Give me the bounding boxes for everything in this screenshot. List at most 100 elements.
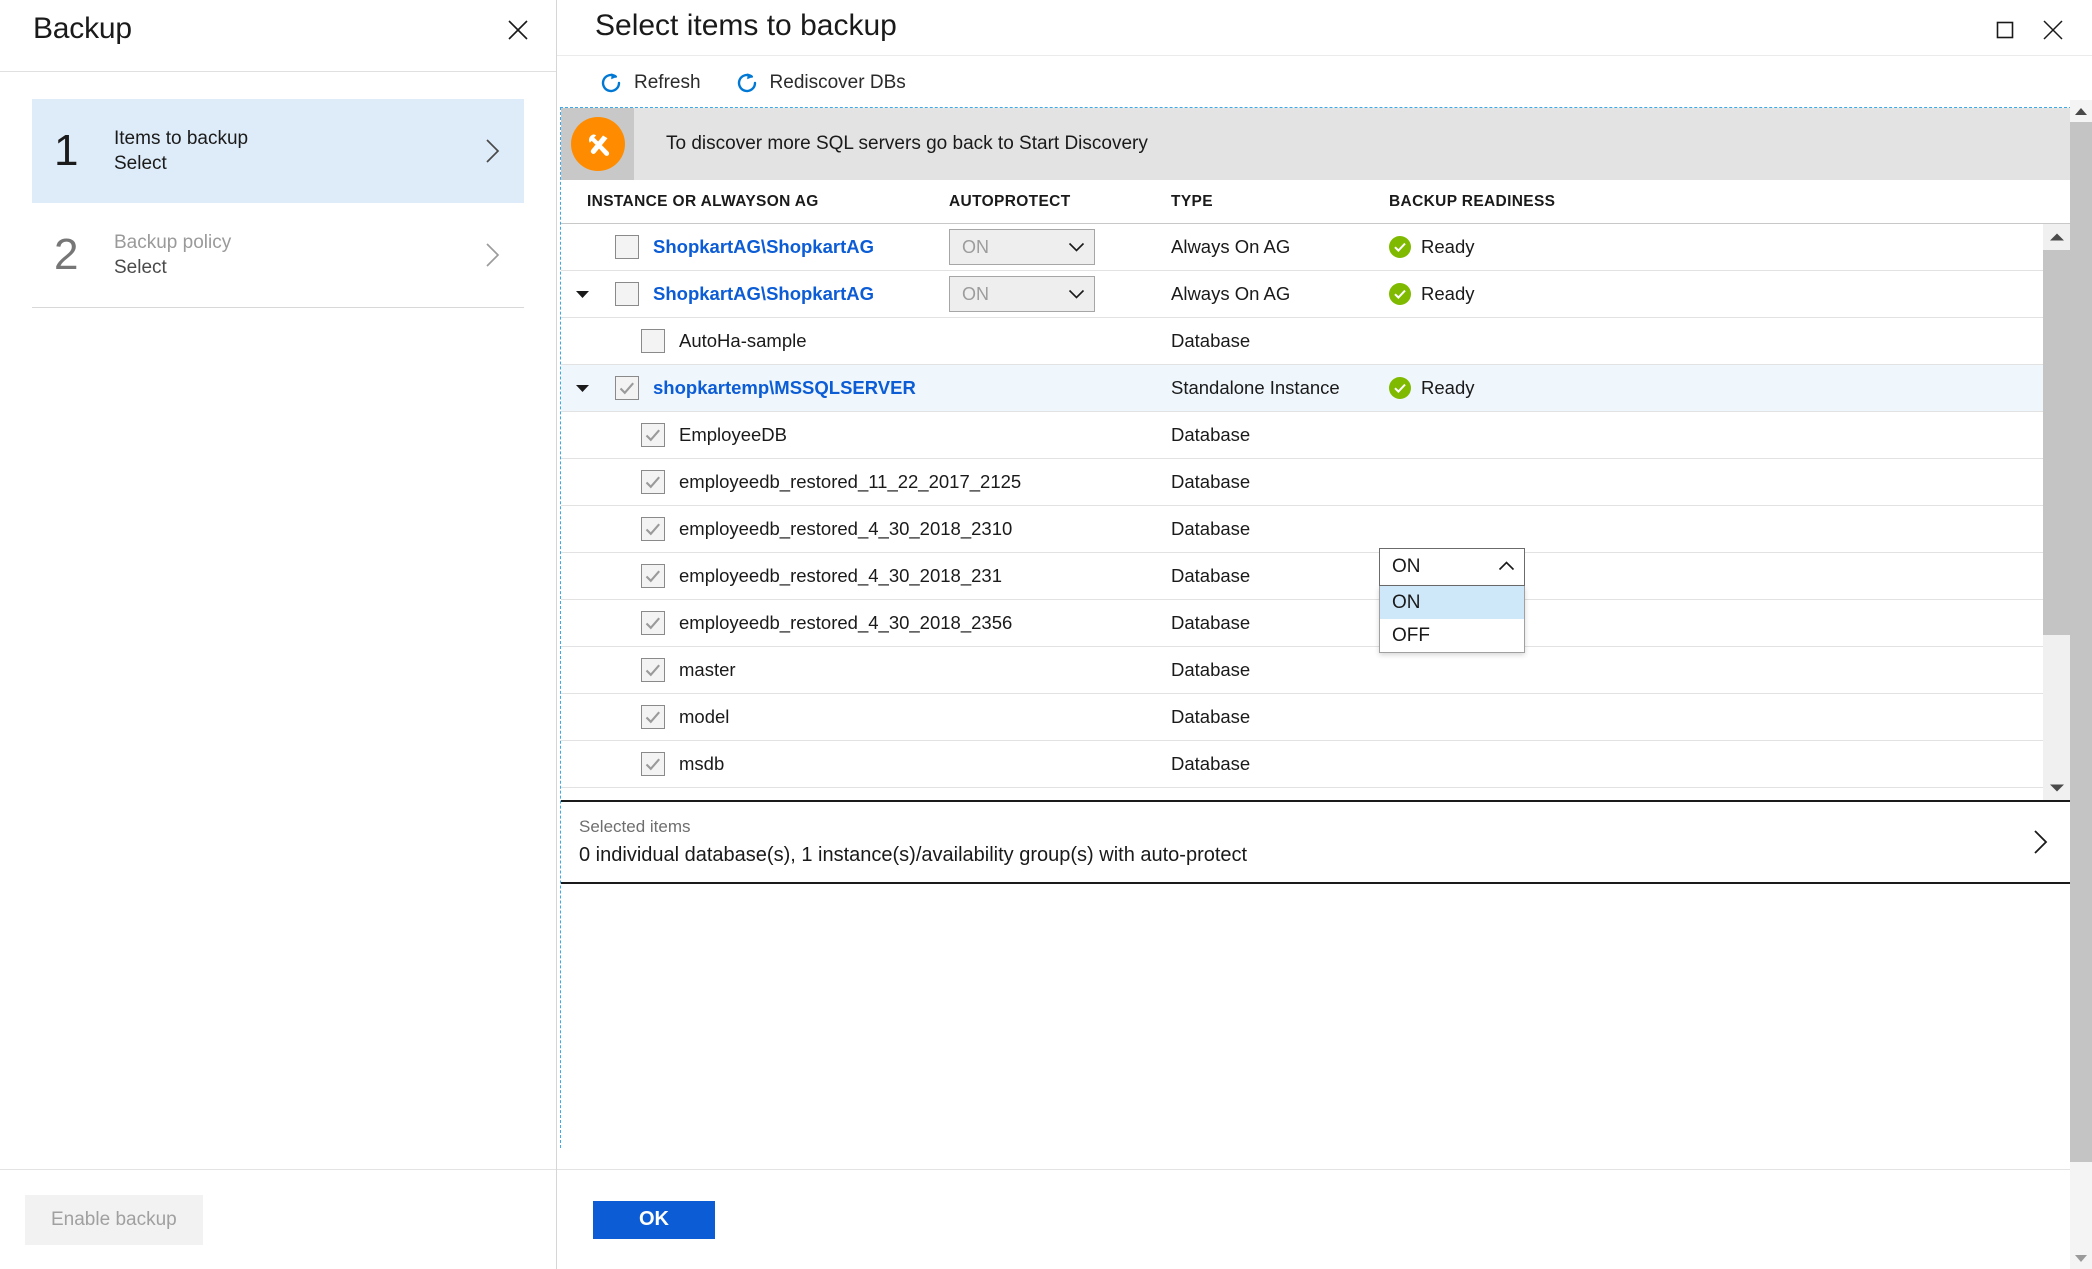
close-icon[interactable]: [498, 10, 538, 50]
ok-button[interactable]: OK: [593, 1200, 715, 1239]
select-items-header: Select items to backup: [557, 0, 2092, 55]
row-checkbox[interactable]: [641, 611, 665, 635]
row-checkbox[interactable]: [615, 235, 639, 259]
expand-collapse-icon[interactable]: [569, 289, 595, 299]
step-number: 1: [54, 126, 79, 175]
chevron-down-icon: [1068, 237, 1085, 258]
wizard-step-items-to-backup[interactable]: 1 Items to backup Select: [32, 99, 524, 203]
cell-autoprotect: [949, 741, 1171, 787]
cell-autoprotect: [949, 506, 1171, 552]
cell-instance-name: ShopkartAG\ShopkartAG: [561, 224, 949, 270]
wizard-steps: 1 Items to backup Select 2 Backup policy…: [0, 72, 556, 307]
row-checkbox[interactable]: [615, 282, 639, 306]
cell-autoprotect: [949, 553, 1171, 599]
cell-readiness: [1389, 647, 1689, 693]
table-row[interactable]: employeedb_restored_11_22_2017_2125 Datab…: [561, 459, 2071, 506]
cell-readiness: [1389, 506, 1689, 552]
scroll-down-arrow-icon[interactable]: [2070, 1247, 2092, 1269]
cell-instance-name: employeedb_restored_4_30_2018_2310: [561, 506, 1012, 552]
select-items-footer: OK: [557, 1169, 2092, 1269]
cell-instance-name: model: [561, 694, 949, 740]
backup-blade-header: Backup: [0, 0, 556, 72]
table-row[interactable]: EmployeeDB Database: [561, 412, 2071, 459]
scroll-up-arrow-icon[interactable]: [2043, 224, 2071, 250]
table-row[interactable]: employeedb_restored_4_30_2018_231 Databas…: [561, 553, 2071, 600]
wizard-step-backup-policy[interactable]: 2 Backup policy Select: [32, 203, 524, 307]
table-row[interactable]: model Database: [561, 694, 2071, 741]
cell-readiness: Ready: [1389, 224, 1689, 270]
table-scrollbar[interactable]: [2043, 224, 2071, 801]
ready-status-icon: [1389, 283, 1411, 305]
autoprotect-dropdown-button[interactable]: ON: [1379, 548, 1525, 586]
cell-readiness: Ready: [1389, 271, 1689, 317]
table-body: ShopkartAG\ShopkartAG ON Always On AG Ready…: [561, 224, 2071, 788]
autoprotect-select[interactable]: ON: [949, 229, 1095, 265]
row-name[interactable]: ShopkartAG\ShopkartAG: [653, 283, 874, 305]
table-row[interactable]: ShopkartAG\ShopkartAG ON Always On AG Ready: [561, 271, 2071, 318]
row-checkbox[interactable]: [641, 564, 665, 588]
autoprotect-select[interactable]: ON: [949, 276, 1095, 312]
row-name[interactable]: ShopkartAG\ShopkartAG: [653, 236, 874, 258]
readiness-label: Ready: [1421, 377, 1475, 398]
table-row[interactable]: employeedb_restored_4_30_2018_2310 Databa…: [561, 506, 2071, 553]
table-scrollbar-thumb[interactable]: [2043, 250, 2071, 635]
rediscover-dbs-button[interactable]: Rediscover DBs: [735, 71, 906, 95]
table-row[interactable]: AutoHa-sample Database: [561, 318, 2071, 365]
row-checkbox[interactable]: [641, 470, 665, 494]
row-checkbox[interactable]: [641, 705, 665, 729]
row-checkbox[interactable]: [641, 423, 665, 447]
cell-readiness: [1389, 318, 1689, 364]
refresh-button[interactable]: Refresh: [599, 71, 701, 95]
cell-type: Database: [1171, 612, 1251, 633]
cell-instance-name: master: [561, 647, 949, 693]
column-header-readiness: BACKUP READINESS: [1389, 192, 1556, 210]
table-row[interactable]: msdb Database: [561, 741, 2071, 788]
info-icon-container: [561, 108, 634, 180]
selected-items-label: Selected items: [579, 817, 691, 836]
autoprotect-option-off[interactable]: OFF: [1380, 619, 1524, 652]
scroll-down-arrow-icon[interactable]: [2043, 775, 2071, 801]
row-checkbox[interactable]: [615, 376, 639, 400]
cell-instance-name: employeedb_restored_11_22_2017_2125: [561, 459, 1021, 505]
row-checkbox[interactable]: [641, 517, 665, 541]
cell-readiness: [1389, 412, 1689, 458]
backup-blade: Backup 1 Items to backup Select 2 Backup…: [0, 0, 557, 1269]
discovery-info-bar: To discover more SQL servers go back to …: [561, 108, 2071, 180]
row-checkbox[interactable]: [641, 752, 665, 776]
expand-collapse-icon[interactable]: [569, 383, 595, 393]
autoprotect-dropdown[interactable]: ON ON OFF: [1379, 548, 1525, 653]
cell-instance-name: msdb: [561, 741, 949, 787]
cell-readiness: [1389, 741, 1689, 787]
enable-backup-button[interactable]: Enable backup: [25, 1194, 203, 1245]
backup-blade-footer: Enable backup: [0, 1169, 556, 1269]
cell-autoprotect: ON: [949, 271, 1171, 317]
table-row[interactable]: master Database: [561, 647, 2071, 694]
cell-type: Always On AG: [1171, 236, 1291, 257]
row-name[interactable]: shopkartemp\MSSQLSERVER: [653, 377, 916, 399]
chevron-right-icon: [482, 240, 504, 270]
backup-wizard-window: Backup 1 Items to backup Select 2 Backup…: [0, 0, 2092, 1269]
close-icon[interactable]: [2032, 9, 2074, 51]
table-row[interactable]: shopkartemp\MSSQLSERVER Standalone Instan…: [561, 365, 2071, 412]
step-number: 2: [54, 230, 79, 279]
autoprotect-value: ON: [962, 236, 989, 257]
row-checkbox[interactable]: [641, 329, 665, 353]
scroll-up-arrow-icon[interactable]: [2070, 100, 2092, 122]
table-row[interactable]: ShopkartAG\ShopkartAG ON Always On AG Ready: [561, 224, 2071, 271]
autoprotect-option-on[interactable]: ON: [1380, 586, 1524, 619]
cell-autoprotect: [949, 365, 1171, 411]
row-checkbox[interactable]: [641, 658, 665, 682]
cell-readiness: [1389, 694, 1689, 740]
selected-items-summary[interactable]: Selected items 0 individual database(s),…: [561, 800, 2071, 884]
row-name: EmployeeDB: [679, 424, 787, 445]
table-row[interactable]: employeedb_restored_4_30_2018_2356 Databa…: [561, 600, 2071, 647]
step-title: Backup policy: [114, 232, 232, 253]
cell-instance-name: EmployeeDB: [561, 412, 949, 458]
maximize-icon[interactable]: [1984, 9, 2026, 51]
blade-scrollbar[interactable]: [2070, 100, 2092, 1269]
select-items-blade: Select items to backup Refresh Rediscove…: [557, 0, 2092, 1269]
chevron-right-icon[interactable]: [2011, 827, 2071, 857]
blade-scrollbar-thumb[interactable]: [2070, 122, 2092, 1162]
discovery-info-message: To discover more SQL servers go back to …: [634, 108, 2071, 180]
table-header-row: INSTANCE OR ALWAYSON AG AUTOPROTECT TYPE…: [561, 180, 2071, 224]
